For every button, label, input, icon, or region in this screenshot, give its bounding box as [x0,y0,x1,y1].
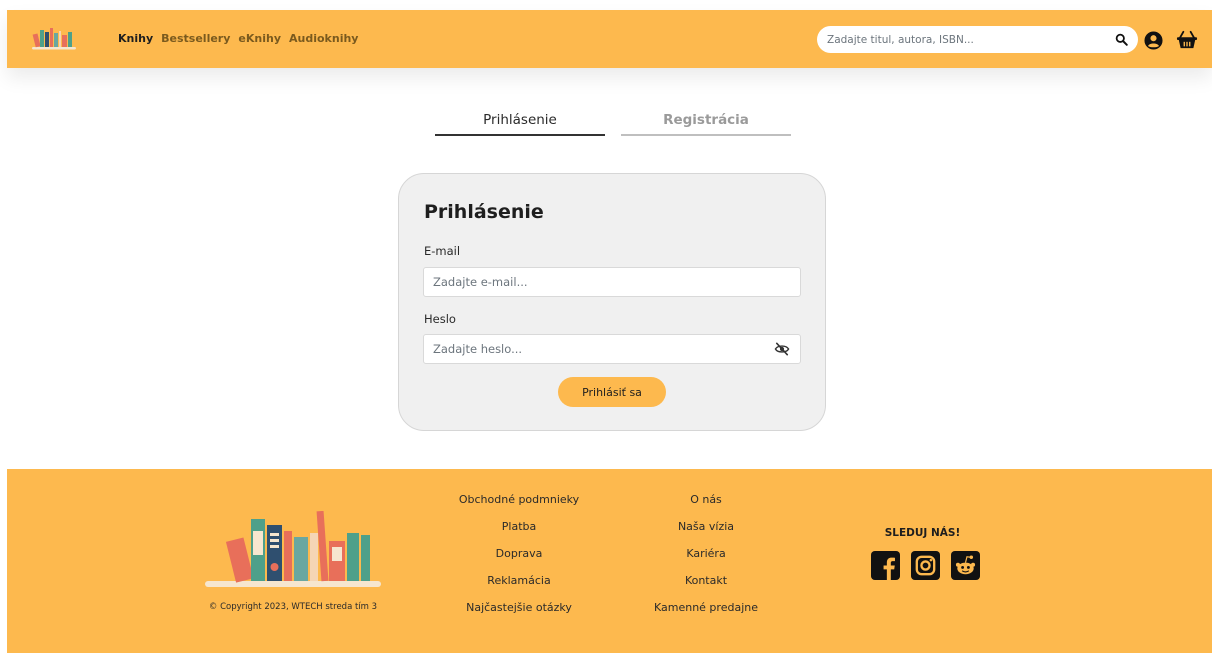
facebook-icon[interactable] [871,551,900,580]
copyright-text: © Copyright 2023, WTECH streda tím 3 [208,602,378,612]
books-logo-footer[interactable] [205,511,381,589]
instagram-icon[interactable] [911,551,940,580]
footer-link-kontakt[interactable]: Kontakt [626,574,786,601]
footer-links-about: O nás Naša vízia Kariéra Kontakt Kamenné… [626,493,786,628]
footer: © Copyright 2023, WTECH streda tím 3 Obc… [7,469,1212,653]
footer-link-reklamacia[interactable]: Reklamácia [439,574,599,601]
search-bar [817,26,1138,53]
user-icon[interactable] [1143,30,1163,50]
footer-link-otazky[interactable]: Najčastejšie otázky [439,601,599,628]
books-logo[interactable] [31,24,77,50]
auth-tabs: Prihlásenie Registrácia [435,112,791,136]
search-icon[interactable] [1114,33,1128,47]
login-card: Prihlásenie E-mail Heslo Prihlásiť sa [398,173,826,431]
social-links [871,551,980,580]
footer-links-info: Obchodné podmnieky Platba Doprava Reklam… [439,493,599,628]
password-label: Heslo [424,312,456,326]
login-title: Prihlásenie [424,201,544,223]
nav-item-eknihy[interactable]: eKnihy [238,32,281,45]
footer-link-obchodne-podmienky[interactable]: Obchodné podmnieky [439,493,599,520]
email-field-wrapper [423,267,801,297]
footer-link-nasa-vizia[interactable]: Naša vízia [626,520,786,547]
footer-link-doprava[interactable]: Doprava [439,547,599,574]
basket-icon[interactable] [1175,30,1199,50]
footer-link-kamenne-predajne[interactable]: Kamenné predajne [626,601,786,628]
tab-prihlasenie[interactable]: Prihlásenie [435,112,605,136]
nav-item-audioknihy[interactable]: Audioknihy [289,32,358,45]
main-nav: Knihy Bestsellery eKnihy Audioknihy [118,32,358,45]
search-input[interactable] [827,33,1114,46]
nav-item-bestsellery[interactable]: Bestsellery [161,32,230,45]
password-field[interactable] [433,342,773,356]
footer-link-platba[interactable]: Platba [439,520,599,547]
follow-us-heading: SLEDUJ NÁS! [884,527,961,539]
password-field-wrapper [423,334,801,364]
nav-item-knihy[interactable]: Knihy [118,32,153,45]
footer-link-kariera[interactable]: Kariéra [626,547,786,574]
footer-link-o-nas[interactable]: O nás [626,493,786,520]
email-field[interactable] [433,275,791,289]
tab-registracia[interactable]: Registrácia [621,112,791,136]
email-label: E-mail [424,244,461,258]
eye-slash-icon[interactable] [773,340,791,358]
header: Knihy Bestsellery eKnihy Audioknihy [7,10,1212,68]
login-button[interactable]: Prihlásiť sa [558,377,666,407]
reddit-icon[interactable] [951,551,980,580]
